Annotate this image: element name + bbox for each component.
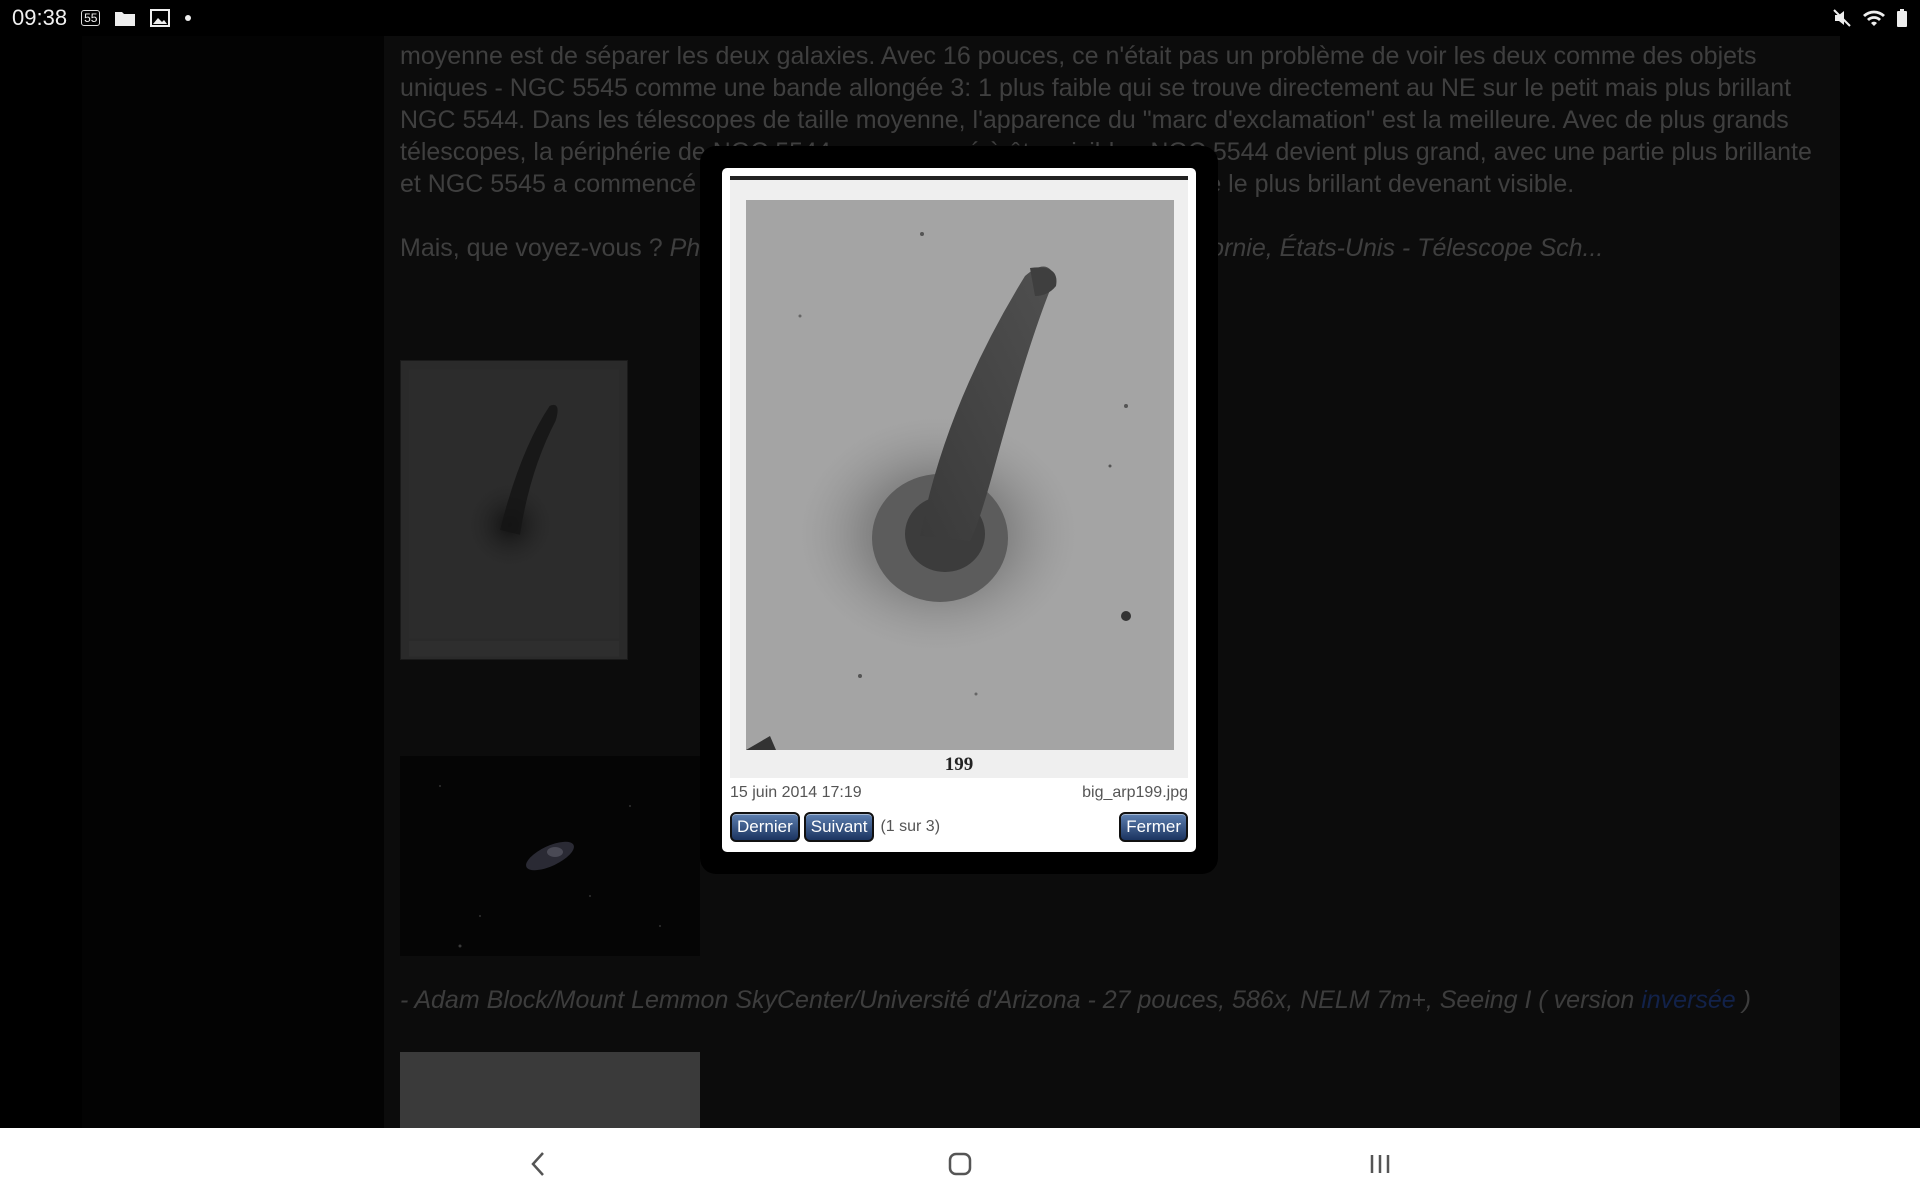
folder-icon <box>114 9 136 27</box>
dot-icon <box>184 14 192 22</box>
previous-button[interactable]: Dernier <box>730 812 800 842</box>
status-time: 09:38 <box>12 5 68 30</box>
lightbox-image[interactable]: 199 <box>730 176 1188 778</box>
image-filename: big_arp199.jpg <box>1082 784 1188 801</box>
recents-icon[interactable] <box>1362 1146 1398 1182</box>
caption-end: ) <box>1735 986 1751 1014</box>
back-icon[interactable] <box>520 1146 556 1182</box>
thumbnail-galaxy-image <box>400 756 700 956</box>
next-button[interactable]: Suivant <box>803 812 875 842</box>
thumbnail-color-photo[interactable] <box>400 756 700 956</box>
close-button[interactable]: Fermer <box>1119 812 1188 842</box>
thumbnail-arp199-plate[interactable] <box>400 360 628 660</box>
paragraph-2-prefix: Mais, que voyez-vous ? <box>400 234 670 262</box>
thumbnail-plate-image <box>408 369 620 657</box>
image-caption: - Adam Block/Mount Lemmon SkyCenter/Univ… <box>400 986 1820 1015</box>
mute-icon <box>1832 8 1852 28</box>
lightbox-panel: 199 15 juin 2014 17:19 big_arp199.jpg De… <box>722 168 1196 852</box>
plate-number: 199 <box>945 754 974 775</box>
battery-icon <box>1896 8 1908 28</box>
image-counter: (1 sur 3) <box>880 818 941 835</box>
arp199-plate-image: 199 <box>730 176 1188 778</box>
wifi-icon <box>1862 9 1886 27</box>
thumbnail-third-image[interactable] <box>400 1052 700 1128</box>
status-bar: 09:38 55 <box>0 0 1920 36</box>
image-date: 15 juin 2014 17:19 <box>730 784 862 801</box>
image-icon <box>150 9 171 27</box>
caption-text: - Adam Block/Mount Lemmon SkyCenter/Univ… <box>400 986 1642 1014</box>
navigation-bar <box>0 1128 1920 1200</box>
home-icon[interactable] <box>942 1146 978 1182</box>
notification-badge: 55 <box>81 10 101 26</box>
lightbox-controls: Dernier Suivant (1 sur 3) Fermer <box>730 811 1188 843</box>
inverted-version-link[interactable]: inversée <box>1641 986 1736 1014</box>
